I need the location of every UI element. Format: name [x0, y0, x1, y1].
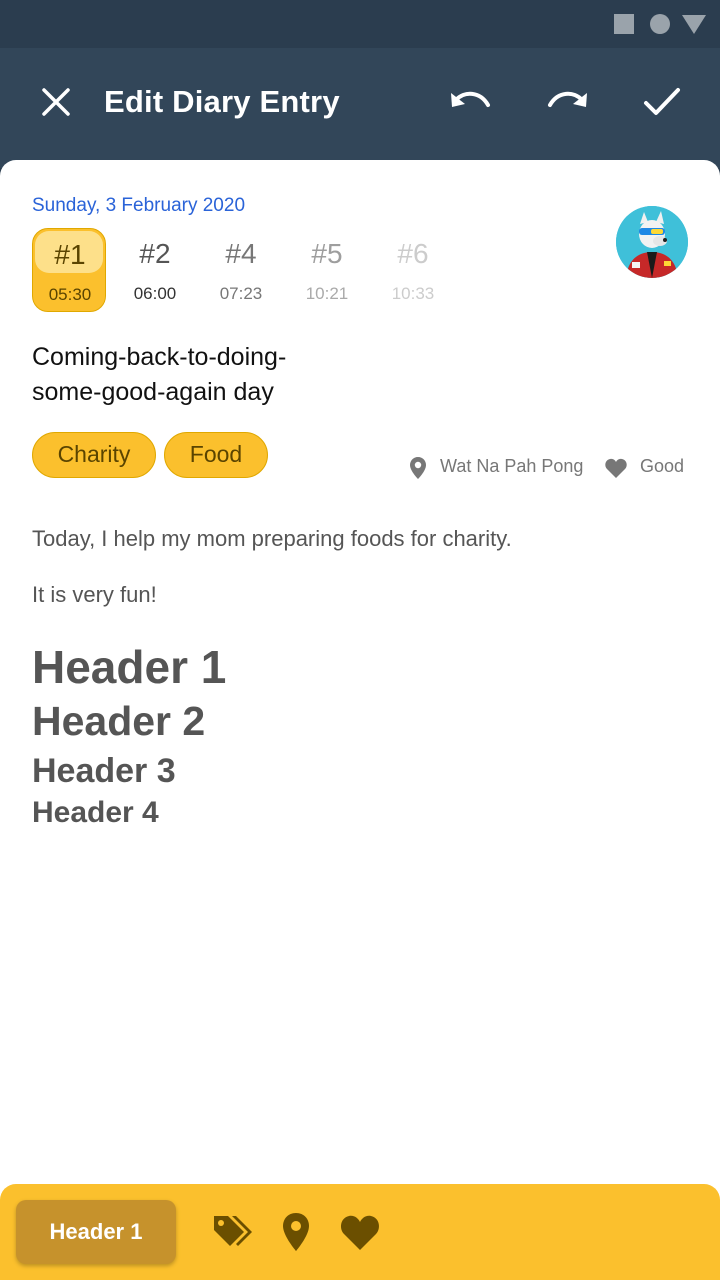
entry-tab-time: 06:00: [133, 284, 177, 303]
tags-icon: [214, 1216, 252, 1246]
location-label[interactable]: Wat Na Pah Pong: [440, 456, 583, 477]
home-icon: [650, 14, 670, 34]
page-title: Edit Diary Entry: [104, 84, 340, 119]
heart-icon: [604, 457, 628, 479]
heart-icon: [341, 1215, 379, 1250]
entry-tab-4[interactable]: #4 07:23: [204, 228, 278, 312]
entry-tab-number: #4: [225, 238, 257, 269]
tags-button[interactable]: [208, 1208, 256, 1256]
save-button[interactable]: [640, 80, 684, 124]
check-icon: [644, 88, 680, 115]
avatar[interactable]: [616, 206, 688, 278]
status-bar: [0, 0, 720, 48]
body-header-4[interactable]: Header 4: [32, 796, 159, 830]
avatar-wolf-icon: [616, 206, 688, 278]
entry-tab-time: 05:30: [48, 285, 92, 304]
entry-tab-1[interactable]: #1 05:30: [32, 228, 106, 312]
tag-chip-food[interactable]: Food: [164, 432, 268, 478]
format-toolbar: Header 1: [0, 1184, 720, 1280]
redo-button[interactable]: [546, 80, 590, 124]
location-pin-icon: [283, 1213, 309, 1251]
entry-date[interactable]: Sunday, 3 February 2020: [32, 195, 245, 217]
text-style-button[interactable]: Header 1: [16, 1200, 176, 1264]
location-button[interactable]: [272, 1208, 320, 1256]
entry-tab-number: #2: [139, 238, 171, 269]
entry-tab-number: #5: [311, 238, 343, 269]
app-bar: Edit Diary Entry: [0, 48, 720, 168]
entry-title-line-1: Coming-back-to-doing-: [32, 343, 287, 371]
redo-icon: [548, 91, 587, 107]
entry-tab-6[interactable]: #6 10:33: [376, 228, 450, 312]
tag-chip-charity[interactable]: Charity: [32, 432, 156, 478]
entry-tab-number: #6: [397, 238, 429, 269]
entry-title[interactable]: Coming-back-to-doing- some-good-again da…: [32, 340, 452, 410]
mood-label[interactable]: Good: [640, 456, 684, 477]
undo-button[interactable]: [448, 80, 492, 124]
body-paragraph-2[interactable]: It is very fun!: [32, 582, 157, 608]
entry-title-line-2: some-good-again day: [32, 378, 274, 406]
location-pin-icon: [408, 456, 428, 480]
entry-tab-5[interactable]: #5 10:21: [290, 228, 364, 312]
close-button[interactable]: [34, 80, 78, 124]
entry-tab-2[interactable]: #2 06:00: [118, 228, 192, 312]
back-triangle-icon: [682, 15, 706, 34]
undo-icon: [451, 91, 490, 107]
body-header-1[interactable]: Header 1: [32, 640, 226, 694]
body-paragraph-1[interactable]: Today, I help my mom preparing foods for…: [32, 526, 512, 552]
entry-tab-time: 07:23: [219, 284, 263, 303]
entry-sheet: Sunday, 3 February 2020 #1 05:30 #2 06:0…: [0, 160, 720, 1280]
body-header-2[interactable]: Header 2: [32, 698, 205, 745]
body-header-3[interactable]: Header 3: [32, 752, 176, 791]
mood-button[interactable]: [336, 1208, 384, 1256]
entry-tab-time: 10:21: [305, 284, 349, 303]
recents-icon: [614, 14, 634, 34]
entry-tab-number: #1: [54, 239, 86, 270]
entry-tab-time: 10:33: [391, 284, 435, 303]
close-icon: [42, 88, 70, 116]
